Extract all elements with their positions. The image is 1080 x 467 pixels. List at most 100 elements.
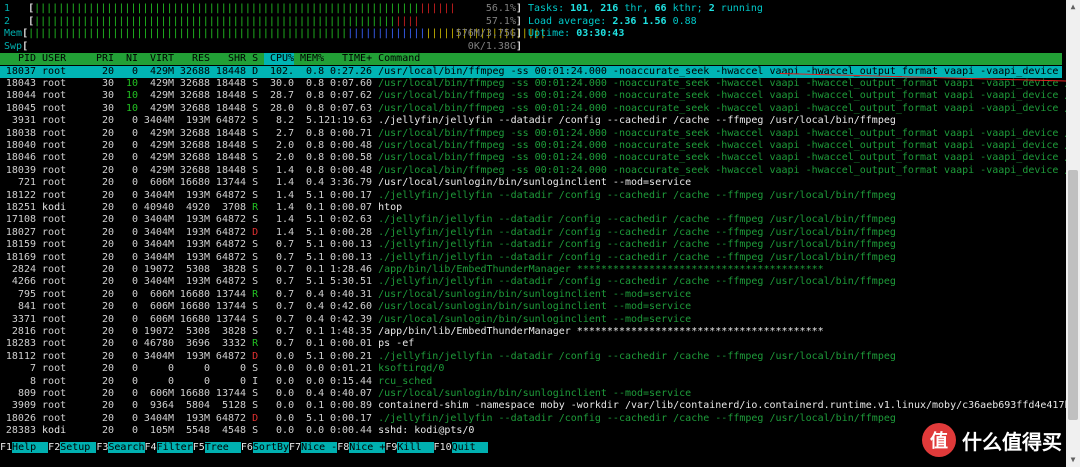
process-row[interactable]: 18040 root 20 0 429M 32688 18448 S 2.0 0.8 0:00… xyxy=(0,139,1066,152)
cell-mem: 0.8 xyxy=(306,127,325,139)
cell-res: 32688 xyxy=(179,102,211,114)
process-row[interactable]: 3931 root 20 0 3404M 193M 64872 S 8.2 5.121:19… xyxy=(0,115,1062,127)
cell-pri: 20 xyxy=(101,152,115,164)
cell-user: kodi xyxy=(42,201,67,213)
cell-mem: 0.0 xyxy=(306,375,325,387)
process-row[interactable]: 3909 root 20 0 9364 5804 5128 S 0.0 0.1 0:00.89… xyxy=(0,400,1066,412)
fkey-label[interactable]: Filter xyxy=(156,442,193,453)
process-row[interactable]: 18026 root 20 0 3404M 193M 64872 D 0.0 5.1 0:00… xyxy=(0,413,1062,425)
process-row[interactable]: 3371 root 20 0 606M 16680 13744 S 0.7 0.4 0:42.… xyxy=(0,314,1062,326)
process-row[interactable]: 7 root 20 0 0 0 0 S 0.0 0.0 0:01.21 ksoftirqd/0 xyxy=(0,363,1062,375)
col-virt[interactable]: VIRT xyxy=(138,53,174,65)
cell-pri: 20 xyxy=(101,400,115,412)
cell-mem: 0.1 xyxy=(306,400,325,412)
fkey-label[interactable]: Search xyxy=(108,442,145,453)
cell-s: S xyxy=(252,102,259,114)
cell-res: 193M xyxy=(185,412,211,424)
cell-mem: 5.1 xyxy=(306,214,325,226)
process-row[interactable]: 18045 root 30 10 429M 32688 18448 S 28.0 0.8 0:… xyxy=(0,102,1066,115)
cell-virt: 429M xyxy=(149,152,175,164)
cell-ni: 0 xyxy=(132,350,139,362)
process-row[interactable]: 2816 root 20 0 19072 5308 3828 S 0.7 0.1 1:48.3… xyxy=(0,326,1062,338)
col-user[interactable]: USER xyxy=(42,53,90,65)
col-command[interactable]: Command xyxy=(378,53,420,64)
cell-user: root xyxy=(42,214,67,226)
scrollbar[interactable]: ▲ ▼ xyxy=(1066,0,1080,467)
fkey-f2[interactable]: F2 xyxy=(48,442,60,453)
fkey-f6[interactable]: F6 xyxy=(241,442,253,453)
col-cpu-sorted[interactable]: CPU% xyxy=(264,53,295,66)
scroll-down-arrow-icon[interactable]: ▼ xyxy=(1069,456,1077,464)
cell-cmd: ./jellyfin/jellyfin --datadir /config --… xyxy=(378,189,896,201)
col-ni[interactable]: NI xyxy=(114,53,138,65)
col-res[interactable]: RES xyxy=(174,53,210,65)
process-row[interactable]: 18169 root 20 0 3404M 193M 64872 S 0.7 5.1 0:00… xyxy=(0,252,1062,264)
process-row[interactable]: 8 root 20 0 0 0 0 I 0.0 0.0 0:15.44 rcu_sched xyxy=(0,376,1062,388)
fkey-f8[interactable]: F8 xyxy=(337,442,349,453)
process-row[interactable]: 18039 root 20 0 429M 32688 18448 S 1.4 0.8 0:00… xyxy=(0,165,1066,177)
cell-cpu: 28.0 xyxy=(270,102,295,114)
fkey-f9[interactable]: F9 xyxy=(385,442,397,453)
fkey-label[interactable]: SortBy xyxy=(252,442,290,453)
fkey-f7[interactable]: F7 xyxy=(289,442,301,453)
fkey-label[interactable]: Help xyxy=(12,442,49,453)
cell-cpu: 0.0 xyxy=(276,412,295,424)
cell-res: 16680 xyxy=(179,387,211,399)
cell-time: 5:30.51 xyxy=(329,276,373,288)
process-table-header[interactable]: PID USER PRI NI VIRT RES SHR S CPU% MEM% TIME+ … xyxy=(0,53,1062,66)
fkey-f5[interactable]: F5 xyxy=(193,442,205,453)
cell-user: root xyxy=(42,239,67,251)
cell-cpu: 0.0 xyxy=(276,363,295,375)
process-row[interactable]: 795 root 20 0 606M 16680 13744 R 0.7 0.4 0:40.3… xyxy=(0,289,1062,301)
fkey-label[interactable]: Nice + xyxy=(349,442,386,453)
cell-s: S xyxy=(252,177,259,189)
process-row[interactable]: 17108 root 20 0 3404M 193M 64872 S 1.4 5.1 0:02… xyxy=(0,214,1062,226)
fkey-label[interactable]: Nice - xyxy=(301,442,338,453)
fkey-f10[interactable]: F10 xyxy=(434,442,452,453)
cell-mem: 0.8 xyxy=(306,139,325,151)
fkey-label[interactable]: Setup xyxy=(60,442,97,453)
fkey-f4[interactable]: F4 xyxy=(145,442,157,453)
fkey-label[interactable]: Tree xyxy=(204,442,241,453)
cell-pri: 20 xyxy=(101,127,115,139)
process-row[interactable]: 18112 root 20 0 3404M 193M 64872 D 0.0 5.1 0:00… xyxy=(0,351,1062,363)
fkey-label[interactable]: Kill xyxy=(397,442,434,453)
cell-time: 0:07.62 xyxy=(329,90,373,102)
process-row[interactable]: 18027 root 20 0 3404M 193M 64872 D 1.4 5.1 0:00… xyxy=(0,227,1062,239)
cell-cpu: 0.7 xyxy=(276,276,295,288)
process-row[interactable]: 809 root 20 0 606M 16680 13744 S 0.0 0.4 0:40.0… xyxy=(0,388,1062,400)
process-row[interactable]: 18044 root 30 10 429M 32688 18448 S 28.7 0.8 0:… xyxy=(0,90,1066,102)
cell-res: 193M xyxy=(185,350,211,362)
process-row[interactable]: 18046 root 20 0 429M 32688 18448 S 2.0 0.8 0:00… xyxy=(0,152,1066,164)
col-pri[interactable]: PRI xyxy=(90,53,114,65)
process-row[interactable]: 4266 root 20 0 3404M 193M 64872 S 0.7 5.1 5:30.… xyxy=(0,276,1062,288)
col-time[interactable]: TIME+ xyxy=(324,53,372,65)
col-shr[interactable]: SHR xyxy=(210,53,246,65)
cell-virt: 9364 xyxy=(149,400,175,412)
cell-cpu: 1.4 xyxy=(276,226,295,238)
process-row[interactable]: 18159 root 20 0 3404M 193M 64872 S 0.7 5.1 0:00… xyxy=(0,239,1062,251)
col-mem[interactable]: MEM% xyxy=(294,53,324,65)
process-row[interactable]: 841 root 20 0 606M 16680 13744 S 0.7 0.4 0:42.6… xyxy=(0,301,1062,313)
cell-time: 0:15.44 xyxy=(329,375,373,387)
process-row[interactable]: 18251 kodi 20 0 40940 4920 3708 R 1.4 0.1 0:00.… xyxy=(0,202,1062,214)
process-row[interactable]: 18122 root 20 0 3404M 193M 64872 S 1.4 5.1 0:00… xyxy=(0,190,1062,202)
cell-mem: 0.1 xyxy=(306,263,325,275)
fkey-label[interactable]: Quit xyxy=(451,442,488,453)
process-row[interactable]: 18043 root 30 10 429M 32688 18448 S 30.0 0.8 0:… xyxy=(0,78,1066,90)
cell-shr: 13744 xyxy=(215,177,247,189)
process-row[interactable]: 18038 root 20 0 429M 32688 18448 S 2.7 0.8 0:00… xyxy=(0,127,1066,140)
process-row[interactable]: 2824 root 20 0 19072 5308 3828 S 0.7 0.1 1:28.4… xyxy=(0,264,1062,276)
process-row[interactable]: 721 root 20 0 606M 16680 13744 S 1.4 0.4 3:36.7… xyxy=(0,177,1062,189)
process-row[interactable]: 18283 root 20 0 46780 3696 3332 R 0.7 0.1 0:00.… xyxy=(0,338,1062,350)
scroll-up-arrow-icon[interactable]: ▲ xyxy=(1069,3,1077,11)
col-s[interactable]: S xyxy=(252,53,258,65)
process-row[interactable]: 28383 kodi 20 0 105M 5548 4548 S 0.0 0.0 0:00.4… xyxy=(0,425,1062,437)
fkey-f3[interactable]: F3 xyxy=(96,442,108,453)
fkey-f1[interactable]: F1 xyxy=(0,442,12,453)
scrollbar-thumb[interactable] xyxy=(1068,170,1078,420)
col-pid[interactable]: PID xyxy=(0,53,36,65)
cell-ni: 0 xyxy=(132,251,139,263)
cell-pid: 18122 xyxy=(5,189,36,201)
cell-pri: 20 xyxy=(101,313,115,325)
